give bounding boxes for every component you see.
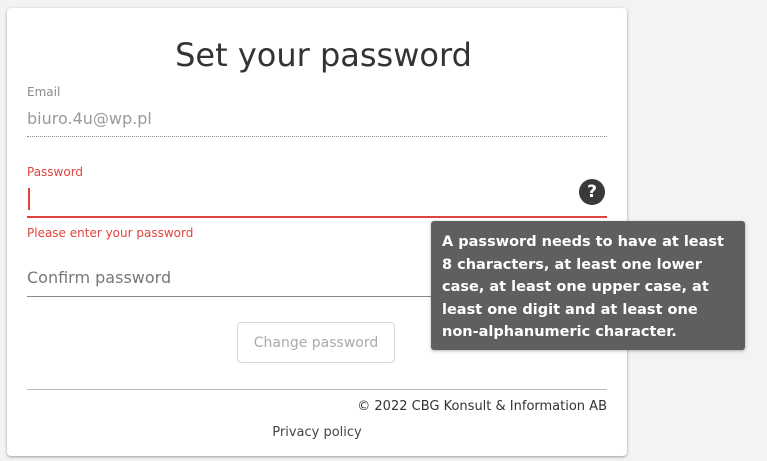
page-title: Set your password (175, 36, 472, 74)
password-input[interactable] (28, 188, 30, 210)
email-field: biuro.4u@wp.pl (27, 109, 152, 128)
privacy-policy-link[interactable]: Privacy policy (7, 425, 627, 440)
email-label: Email (27, 85, 61, 99)
password-error-message: Please enter your password (27, 226, 194, 240)
footer-divider (27, 389, 607, 390)
confirm-password-input[interactable]: Confirm password (27, 268, 171, 287)
password-label: Password (27, 165, 84, 179)
help-icon[interactable]: ? (579, 179, 605, 205)
copyright-text: © 2022 CBG Konsult & Information AB (357, 399, 607, 414)
email-underline (27, 136, 607, 137)
password-requirements-tooltip: A password needs to have at least 8 char… (431, 221, 745, 350)
password-underline (27, 216, 607, 218)
change-password-button[interactable]: Change password (237, 322, 395, 363)
